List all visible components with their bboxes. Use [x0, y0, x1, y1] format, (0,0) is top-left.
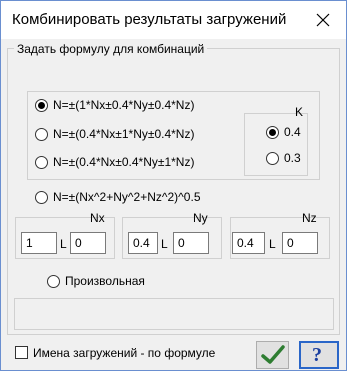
k-label-04: 0.4 [284, 125, 301, 139]
nz-l-input[interactable]: 0 [282, 232, 318, 254]
ny-l-input[interactable]: 0 [173, 232, 209, 254]
formula-label-1: N=±(1*Nx±0.4*Ny±0.4*Nz) [53, 98, 195, 112]
k-radio-03[interactable] [266, 152, 279, 165]
close-icon [316, 13, 330, 27]
ny-l-label: L [161, 237, 168, 251]
nz-l-label: L [269, 237, 276, 251]
formula-label-3: N=±(0.4*Nx±0.4*Ny±1*Nz) [53, 155, 195, 169]
dialog-window: Комбинировать результаты загружений Зада… [0, 0, 347, 371]
formula-radio-3[interactable] [35, 156, 48, 169]
formula-label-4: N=±(Nx^2+Ny^2+Nz^2)^0.5 [53, 190, 201, 204]
formula-radio-2[interactable] [35, 128, 48, 141]
formula-radio-4[interactable] [35, 191, 48, 204]
arbitrary-label: Произвольная [65, 274, 145, 288]
arbitrary-radio[interactable] [47, 275, 60, 288]
k-label: K [295, 105, 304, 119]
formula-radio-1[interactable] [35, 99, 48, 112]
title-bar: Комбинировать результаты загружений [1, 1, 346, 39]
formula-group-legend: Задать формулу для комбинаций [14, 42, 208, 56]
nx-label: Nx [90, 211, 105, 225]
close-button[interactable] [300, 1, 346, 39]
nz-coef-input[interactable]: 0.4 [232, 232, 265, 254]
nx-l-label: L [60, 237, 67, 251]
checkmark-icon [261, 345, 285, 364]
load-names-checkbox[interactable] [15, 346, 28, 359]
k-radio-04[interactable] [266, 126, 279, 139]
ny-label: Ny [193, 211, 208, 225]
ny-coef-input[interactable]: 0.4 [128, 232, 158, 254]
k-coefficient-box [244, 113, 308, 176]
formula-label-2: N=±(0.4*Nx±1*Ny±0.4*Nz) [53, 127, 195, 141]
formula-preview-field [14, 298, 334, 330]
question-icon: ? [312, 344, 322, 366]
help-button[interactable]: ? [299, 341, 339, 369]
nx-coef-input[interactable]: 1 [21, 232, 57, 254]
load-names-label: Имена загружений - по формуле [33, 346, 216, 360]
ok-button[interactable] [256, 341, 289, 369]
window-title: Комбинировать результаты загружений [12, 11, 287, 28]
nx-l-input[interactable]: 0 [70, 232, 106, 254]
k-label-03: 0.3 [284, 151, 301, 165]
nz-label: Nz [302, 211, 317, 225]
